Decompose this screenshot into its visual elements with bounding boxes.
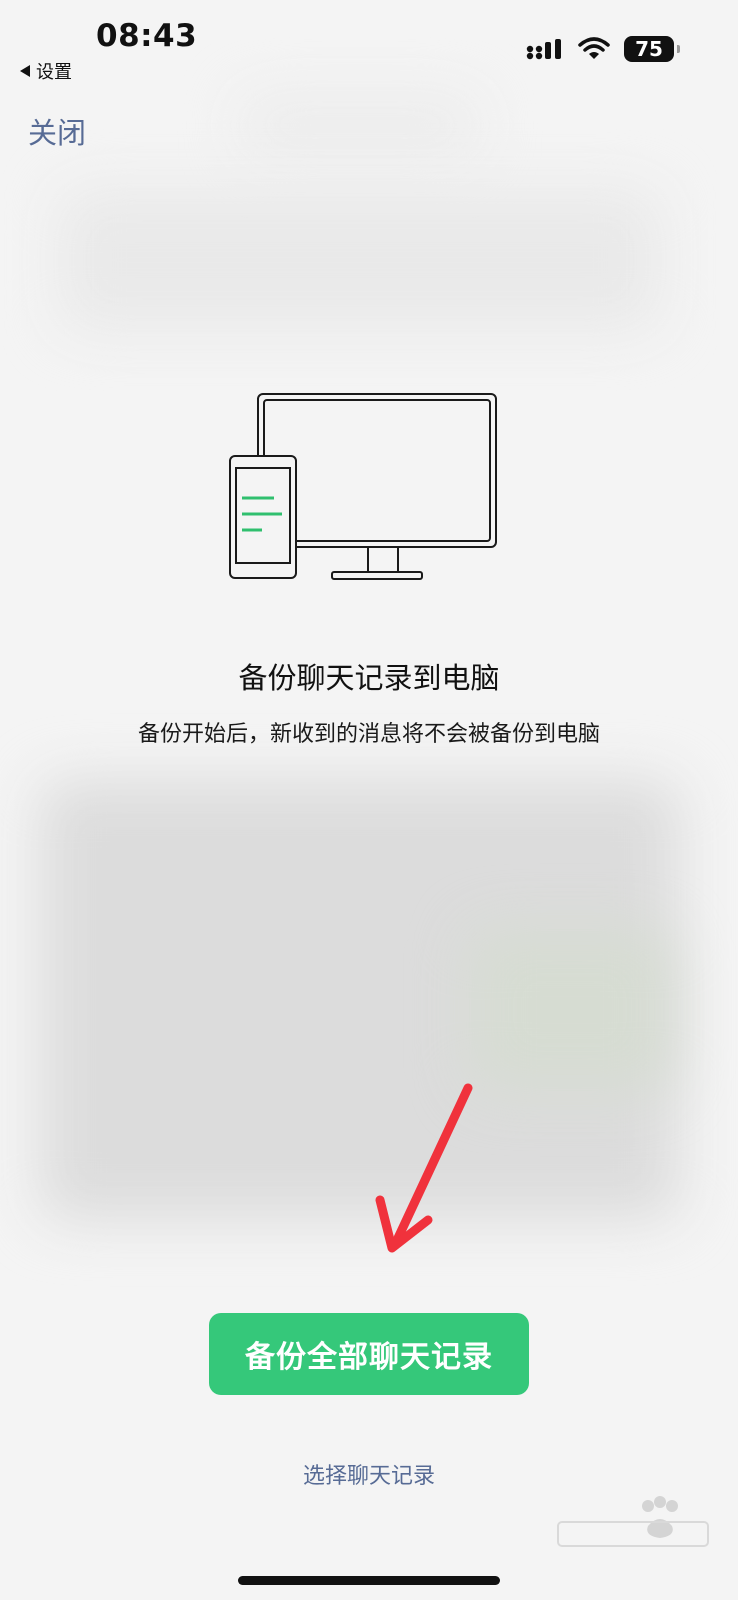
cellular-signal-icon — [526, 38, 564, 60]
backup-all-button[interactable]: 备份全部聊天记录 — [209, 1313, 529, 1395]
blurred-region-top — [60, 190, 660, 330]
status-indicators: 75 — [526, 36, 680, 62]
annotation-arrow-icon — [370, 1080, 480, 1260]
home-indicator[interactable] — [238, 1576, 500, 1585]
phone-to-computer-icon — [228, 392, 508, 592]
status-back-to-settings[interactable]: 设置 — [20, 58, 72, 84]
close-button[interactable]: 关闭 — [28, 110, 86, 152]
battery-icon: 75 — [624, 36, 680, 62]
back-triangle-icon — [20, 65, 30, 77]
blurred-header-region — [240, 95, 480, 155]
backup-screen: 08:43 设置 75 关闭 备份聊天记录到电脑 备份开始后，新收到的消息将不会… — [0, 0, 738, 1600]
status-back-label: 设置 — [36, 62, 72, 83]
blurred-region-accent — [470, 930, 670, 1090]
status-time: 08:43 — [96, 18, 198, 54]
baidu-watermark-logo — [552, 1496, 712, 1566]
battery-cap — [677, 45, 680, 53]
page-title: 备份聊天记录到电脑 — [238, 661, 500, 695]
page-subtitle: 备份开始后，新收到的消息将不会被备份到电脑 — [137, 722, 600, 747]
wifi-icon — [578, 37, 610, 61]
select-chats-link[interactable]: 选择聊天记录 — [0, 1458, 738, 1490]
battery-level: 75 — [635, 37, 663, 61]
